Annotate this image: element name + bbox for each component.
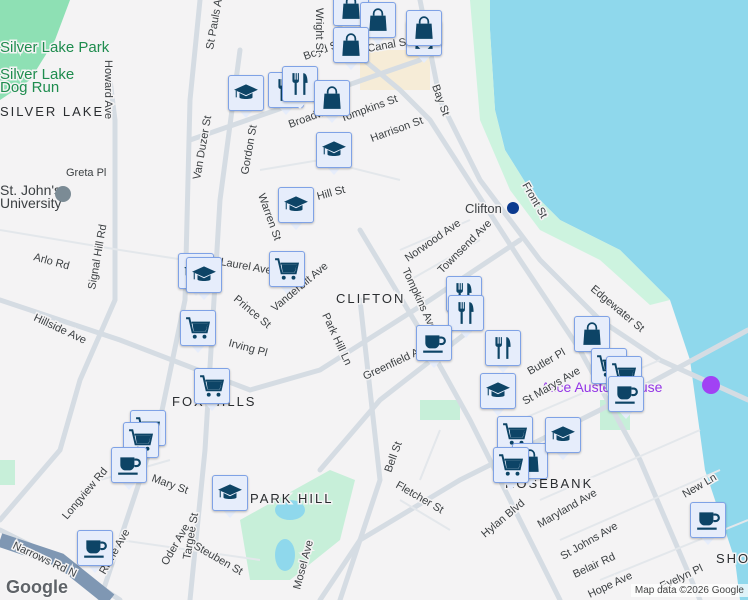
poi-label[interactable]: University — [0, 194, 63, 213]
school-icon — [228, 75, 264, 111]
shopping-icon — [333, 27, 369, 63]
neighborhood-label: SHO — [716, 551, 748, 566]
restaurant-icon — [485, 330, 521, 366]
cafe-icon — [690, 502, 726, 538]
map-marker-shopping[interactable] — [406, 10, 442, 54]
university-icon[interactable] — [55, 186, 71, 202]
google-logo: Google — [6, 577, 68, 597]
museum-icon[interactable] — [702, 376, 720, 394]
school-icon — [278, 187, 314, 223]
park-label: Dog Run — [0, 79, 59, 96]
school-icon — [545, 417, 581, 453]
map-marker-cafe[interactable] — [111, 447, 147, 491]
cafe-icon — [77, 530, 113, 566]
map-marker-school[interactable] — [228, 75, 264, 119]
shopping-icon — [406, 10, 442, 46]
neighborhood-label: SILVER LAKE — [0, 104, 104, 119]
map-marker-grocery[interactable] — [269, 251, 305, 295]
map-marker-cafe[interactable] — [416, 325, 452, 369]
restaurant-icon — [448, 295, 484, 331]
street-label: Greta Pl — [66, 167, 106, 179]
school-icon — [212, 475, 248, 511]
map-marker-grocery[interactable] — [493, 447, 529, 491]
grocery-icon — [269, 251, 305, 287]
grocery-icon — [493, 447, 529, 483]
map-marker-restaurant[interactable] — [485, 330, 521, 374]
map-marker-cafe[interactable] — [608, 376, 644, 420]
shopping-icon — [574, 316, 610, 352]
grocery-icon — [194, 368, 230, 404]
map-marker-school[interactable] — [212, 475, 248, 519]
street-label: Wright St — [313, 8, 325, 53]
map-attribution[interactable]: Map data ©2026 Google — [630, 584, 748, 597]
map-marker-school[interactable] — [316, 132, 352, 176]
park-label: Silver Lake Park — [0, 39, 110, 56]
neighborhood-label: PARK HILL — [250, 491, 334, 506]
cafe-icon — [608, 376, 644, 412]
map-marker-grocery[interactable] — [180, 310, 216, 354]
map-marker-school[interactable] — [545, 417, 581, 461]
school-icon — [480, 373, 516, 409]
street-label: Howard Ave — [102, 60, 114, 119]
map-marker-school[interactable] — [278, 187, 314, 231]
map-marker-shopping[interactable] — [314, 80, 350, 124]
map-marker-restaurant[interactable] — [448, 295, 484, 339]
cafe-icon — [111, 447, 147, 483]
map-marker-grocery[interactable] — [194, 368, 230, 412]
cafe-icon — [416, 325, 452, 361]
grocery-icon — [180, 310, 216, 346]
school-icon — [316, 132, 352, 168]
shopping-icon — [314, 80, 350, 116]
restaurant-icon — [282, 66, 318, 102]
school-icon — [186, 257, 222, 293]
map-marker-cafe[interactable] — [690, 502, 726, 546]
station-label[interactable]: Clifton — [464, 200, 504, 218]
train-station-icon[interactable] — [507, 202, 519, 214]
map-marker-shopping[interactable] — [333, 27, 369, 71]
map-marker-school[interactable] — [480, 373, 516, 417]
map-marker-school[interactable] — [186, 257, 222, 301]
map-canvas[interactable]: Silver Lake Park Silver Lake Dog Run SIL… — [0, 0, 748, 600]
map-marker-restaurant[interactable] — [282, 66, 318, 110]
map-marker-cafe[interactable] — [77, 530, 113, 574]
neighborhood-label: CLIFTON — [336, 291, 405, 306]
